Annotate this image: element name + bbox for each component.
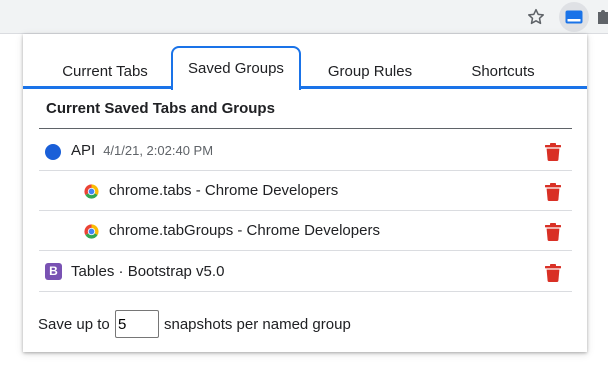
snapshot-suffix-label: snapshots per named group	[164, 316, 351, 333]
bookmark-star-icon[interactable]	[526, 7, 546, 27]
group-row[interactable]: API 4/1/21, 2:02:40 PM	[39, 131, 572, 171]
extension-button[interactable]	[559, 2, 589, 32]
group-label: API 4/1/21, 2:02:40 PM	[71, 142, 213, 159]
tab-group-rules[interactable]: Group Rules	[305, 58, 435, 86]
chrome-icon	[84, 184, 99, 199]
saved-tab-row[interactable]: chrome.tabGroups - Chrome Developers	[39, 211, 572, 251]
tab-bar-underline	[23, 86, 587, 89]
extension-popup: Current Tabs Saved Groups Group Rules Sh…	[23, 34, 587, 352]
snapshot-count-input[interactable]	[115, 310, 159, 338]
saved-tab-title: chrome.tabs - Chrome Developers	[109, 182, 339, 199]
row-divider	[39, 291, 572, 292]
trash-icon[interactable]	[545, 264, 561, 282]
puzzle-icon[interactable]	[594, 8, 608, 26]
trash-icon[interactable]	[545, 223, 561, 241]
saved-tab-row[interactable]: chrome.tabs - Chrome Developers	[39, 171, 572, 211]
tab-bar: Current Tabs Saved Groups Group Rules Sh…	[23, 34, 587, 90]
saved-tab-row[interactable]: B Tables · Bootstrap v5.0	[39, 252, 572, 292]
tab-groups-extension-icon	[565, 10, 583, 24]
group-color-dot	[45, 144, 61, 160]
section-title: Current Saved Tabs and Groups	[46, 100, 275, 117]
tab-saved-groups[interactable]: Saved Groups	[171, 46, 301, 90]
tab-shortcuts[interactable]: Shortcuts	[443, 58, 563, 86]
group-name: API	[71, 142, 96, 159]
tab-current-tabs[interactable]: Current Tabs	[41, 58, 169, 86]
chrome-icon	[84, 224, 99, 239]
saved-tab-title: chrome.tabGroups - Chrome Developers	[109, 222, 380, 239]
group-timestamp: 4/1/21, 2:02:40 PM	[103, 143, 214, 158]
browser-toolbar	[0, 0, 608, 34]
row-divider	[39, 250, 572, 251]
bootstrap-icon: B	[45, 263, 62, 280]
saved-tab-title: Tables · Bootstrap v5.0	[71, 263, 225, 280]
trash-icon[interactable]	[545, 143, 561, 161]
snapshot-prefix-label: Save up to	[38, 316, 110, 333]
trash-icon[interactable]	[545, 183, 561, 201]
section-divider	[39, 128, 572, 129]
